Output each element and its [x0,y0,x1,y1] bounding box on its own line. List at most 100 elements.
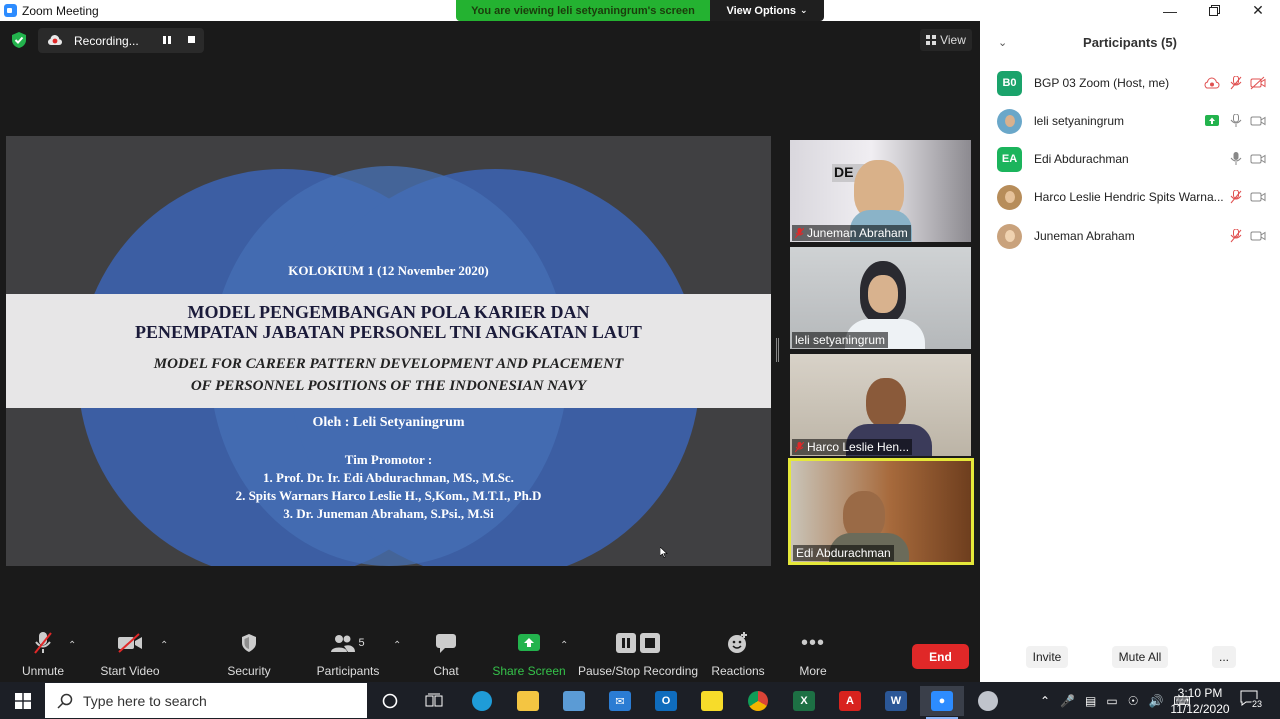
participant-row[interactable]: EA Edi Abdurachman [980,140,1280,178]
outlook-taskbar-icon[interactable]: O [644,686,688,716]
view-options-label: View Options [726,4,796,17]
slide-title-line-2: PENEMPATAN JABATAN PERSONEL TNI ANGKATAN… [135,322,642,342]
end-meeting-button[interactable]: End [912,644,969,669]
participant-row[interactable]: B0 BGP 03 Zoom (Host, me) [980,64,1280,102]
participant-row[interactable]: Harco Leslie Hendric Spits Warna... [980,178,1280,216]
participant-video [868,275,898,313]
taskbar-clock[interactable]: 3:10 PM 11/12/2020 [1168,685,1232,717]
word-taskbar-icon[interactable]: W [874,686,918,716]
participant-row[interactable]: Juneman Abraham [980,217,1280,255]
chat-label: Chat [433,664,459,678]
wifi-icon[interactable]: ☉ [1128,694,1139,708]
notification-count: 23 [1251,699,1264,709]
avatar [997,108,1022,134]
pause-stop-recording-button[interactable]: Pause/Stop Recording [578,630,698,682]
reactions-button[interactable]: Reactions [710,630,766,682]
chat-button[interactable]: Chat [426,630,466,682]
stop-icon [640,633,660,653]
search-icon [57,693,73,709]
stop-recording-icon[interactable] [188,36,195,43]
video-tile-active-speaker[interactable]: Edi Abdurachman [788,458,974,565]
video-off-icon [118,633,142,653]
share-screen-button[interactable]: Share Screen [492,630,566,682]
excel-taskbar-icon[interactable]: X [782,686,826,716]
search-placeholder: Type here to search [83,692,207,709]
participant-name: Harco Leslie Hendric Spits Warna... [1034,190,1224,204]
mute-all-button[interactable]: Mute All [1112,646,1168,668]
slide-subtitle-line-2: OF PERSONNEL POSITIONS OF THE INDONESIAN… [190,378,587,394]
panel-splitter-handle[interactable] [776,338,779,362]
avatar: B0 [997,70,1022,96]
participant-video [866,378,906,428]
recording-label: Recording... [74,34,139,48]
participants-options-caret-icon[interactable]: ⌃ [393,640,401,651]
invite-button[interactable]: Invite [1026,646,1068,668]
clock-date: 11/12/2020 [1170,702,1230,716]
encryption-shield-icon[interactable] [10,31,28,49]
tile-name: Edi Abdurachman [796,546,891,560]
taskbar-search-box[interactable]: Type here to search [45,683,367,718]
participants-button[interactable]: 5 Participants [316,630,380,682]
unmute-button[interactable]: Unmute [18,630,68,682]
video-tile[interactable]: leli setyaningrum [790,247,971,349]
mouse-cursor-icon [660,547,668,558]
tile-name-tag: Harco Leslie Hen... [792,439,913,455]
unmute-label: Unmute [21,664,65,678]
participants-panel: ⌄ Participants (5) B0 BGP 03 Zoom (Host,… [980,21,1280,682]
security-label: Security [227,664,271,678]
view-options-button[interactable]: View Options ⌄ [710,0,824,21]
cortana-button[interactable] [368,686,412,716]
pause-icon [616,633,636,653]
edge-taskbar-icon[interactable] [460,686,504,716]
pause-recording-icon[interactable] [162,35,172,45]
notification-center-button[interactable]: 23 [1240,690,1266,712]
mail-taskbar-icon[interactable]: ✉ [598,686,642,716]
tile-name: leli setyaningrum [795,333,886,347]
store-taskbar-icon[interactable] [552,686,596,716]
sticky-notes-taskbar-icon[interactable] [690,686,734,716]
video-tile[interactable]: DE Juneman Abraham [790,140,971,242]
share-options-caret-icon[interactable]: ⌃ [560,640,568,651]
task-view-button[interactable] [412,686,456,716]
cloud-record-icon [48,35,62,45]
file-explorer-taskbar-icon[interactable] [506,686,550,716]
video-icon [1250,154,1266,164]
video-options-caret-icon[interactable]: ⌃ [160,640,168,651]
participant-row[interactable]: leli setyaningrum [980,102,1280,140]
more-dots-icon: ••• [800,631,825,654]
more-options-button[interactable]: ... [1212,646,1236,668]
microphone-icon[interactable]: 🎤 [1060,694,1075,708]
participant-name: leli setyaningrum [1034,114,1125,128]
video-off-icon [1250,76,1266,90]
chevron-down-icon: ⌄ [799,5,808,15]
video-icon [1250,192,1266,202]
recording-status-icon [1204,77,1220,89]
more-button[interactable]: ••• More [792,630,834,682]
chrome-taskbar-icon[interactable] [736,686,780,716]
close-window-button[interactable]: ✕ [1236,0,1280,21]
zoom-window: Zoom Meeting — ✕ You are viewing leli se… [0,0,1280,682]
avatar [997,223,1022,249]
audio-options-caret-icon[interactable]: ⌃ [68,640,76,651]
chevron-up-icon[interactable]: ⌃ [1040,694,1050,708]
view-layout-button[interactable]: View [920,29,972,51]
start-video-button[interactable]: Start Video [98,630,162,682]
muted-mic-icon [795,227,804,238]
slide-subtitle-line-1: MODEL FOR CAREER PATTERN DEVELOPMENT AND… [153,356,624,372]
volume-icon[interactable]: 🔊 [1148,694,1163,708]
battery-icon[interactable]: ▭ [1106,694,1117,708]
sharing-screen-icon [1205,115,1219,126]
acrobat-taskbar-icon[interactable]: A [828,686,872,716]
video-tile[interactable]: Harco Leslie Hen... [790,354,971,456]
grid-icon [926,35,937,45]
security-button[interactable]: Security [224,630,274,682]
window-title: Zoom Meeting [22,4,99,18]
zoom-taskbar-icon[interactable]: ● [920,686,964,719]
app-taskbar-icon[interactable] [966,686,1010,716]
minimize-button[interactable]: — [1148,0,1192,21]
mic-icon [1230,114,1242,127]
restore-button[interactable] [1192,0,1236,21]
start-button[interactable] [0,682,45,719]
reactions-label: Reactions [711,664,765,678]
network-icon[interactable]: ▤ [1085,694,1096,708]
